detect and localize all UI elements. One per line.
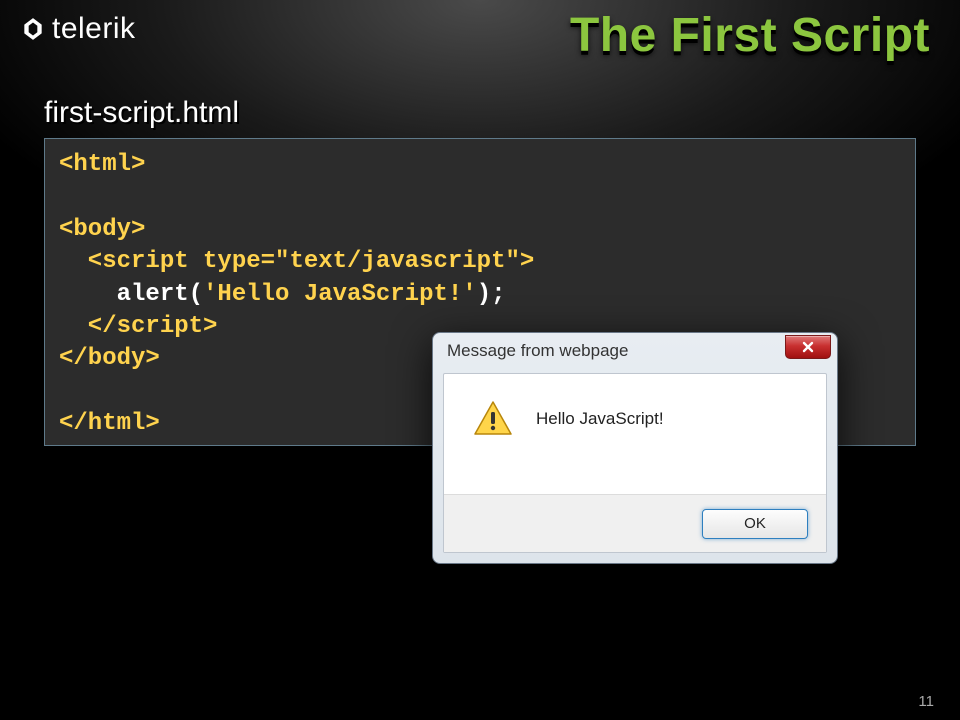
close-icon xyxy=(801,340,815,354)
alert-dialog: Message from webpage Hello JavaScript! O… xyxy=(432,332,838,564)
code-line: <script type= xyxy=(59,248,275,275)
filename-label: first-script.html xyxy=(44,96,239,130)
code-line: </html> xyxy=(59,410,160,437)
warning-icon xyxy=(472,398,514,440)
ok-button[interactable]: OK xyxy=(702,509,808,539)
page-number: 11 xyxy=(918,693,934,710)
close-button[interactable] xyxy=(785,335,831,359)
brand-logo: telerik xyxy=(20,12,136,46)
code-line: </body> xyxy=(59,345,160,372)
dialog-body: Hello JavaScript! xyxy=(444,374,826,450)
slide-title: The First Script xyxy=(570,8,930,63)
brand-text: telerik xyxy=(52,12,136,46)
dialog-inner: Hello JavaScript! OK xyxy=(443,373,827,553)
code-string: 'Hello JavaScript!' xyxy=(203,281,477,308)
code-string: "text/javascript" xyxy=(275,248,520,275)
dialog-message: Hello JavaScript! xyxy=(536,409,664,429)
brand-icon xyxy=(20,16,46,42)
code-line: > xyxy=(520,248,534,275)
code-line: ); xyxy=(477,281,506,308)
code-line: <html> xyxy=(59,151,145,178)
dialog-title: Message from webpage xyxy=(447,341,628,361)
code-line: </script> xyxy=(59,313,217,340)
code-line: alert( xyxy=(59,281,203,308)
dialog-footer: OK xyxy=(444,494,826,552)
code-line: <body> xyxy=(59,216,145,243)
dialog-titlebar: Message from webpage xyxy=(433,333,837,369)
